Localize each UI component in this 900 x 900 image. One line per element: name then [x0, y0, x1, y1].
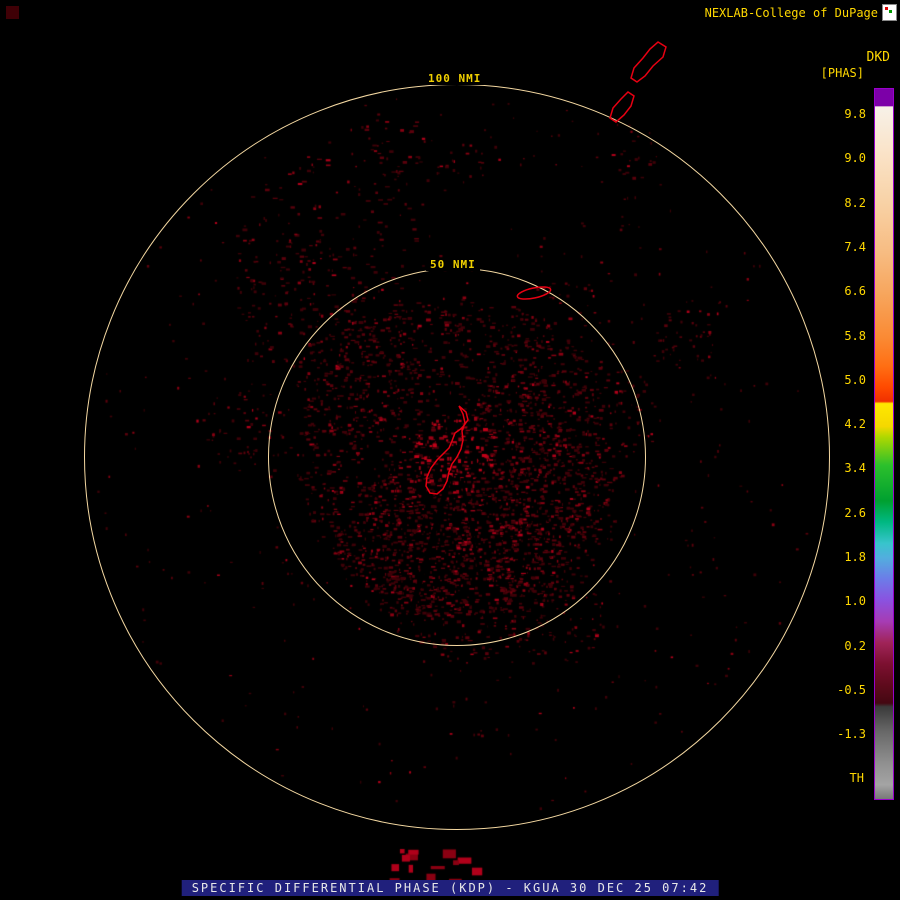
- colorbar-tick: 2.6: [822, 506, 866, 520]
- header-title: NEXLAB-College of DuPage: [705, 6, 878, 20]
- colorbar-tick: 1.8: [822, 550, 866, 564]
- colorbar-tick: 9.8: [822, 107, 866, 121]
- product-code-label: DKD: [867, 50, 890, 65]
- coastline-saipan: [631, 42, 666, 82]
- units-label: [PHAS]: [821, 66, 864, 80]
- colorbar-tick: 3.4: [822, 461, 866, 475]
- colorbar-tick: 0.2: [822, 639, 866, 653]
- colorbar-tick: 8.2: [822, 196, 866, 210]
- coastline-tinian: [610, 92, 634, 122]
- colorbar-tick: 9.0: [822, 151, 866, 165]
- coastline-guam: [426, 406, 468, 494]
- colorbar-tick: 4.2: [822, 417, 866, 431]
- colorbar: [874, 88, 894, 800]
- colorbar-tick: 5.8: [822, 329, 866, 343]
- coastline-overlay: [0, 0, 900, 900]
- colorbar-threshold-label: TH: [850, 771, 864, 785]
- colorbar-tick: -1.3: [822, 727, 866, 741]
- broken-image-icon: [882, 4, 897, 21]
- corner-marker: [6, 6, 19, 19]
- colorbar-tick: 5.0: [822, 373, 866, 387]
- status-bar: SPECIFIC DIFFERENTIAL PHASE (KDP) - KGUA…: [182, 880, 719, 896]
- colorbar-tick: -0.5: [822, 683, 866, 697]
- colorbar-tick: 1.0: [822, 594, 866, 608]
- colorbar-tick: 7.4: [822, 240, 866, 254]
- colorbar-tick: 6.6: [822, 284, 866, 298]
- coastline-rota: [516, 285, 551, 302]
- radar-display: 100 NMI 50 NMI NEXLAB-College of DuPage …: [0, 0, 900, 900]
